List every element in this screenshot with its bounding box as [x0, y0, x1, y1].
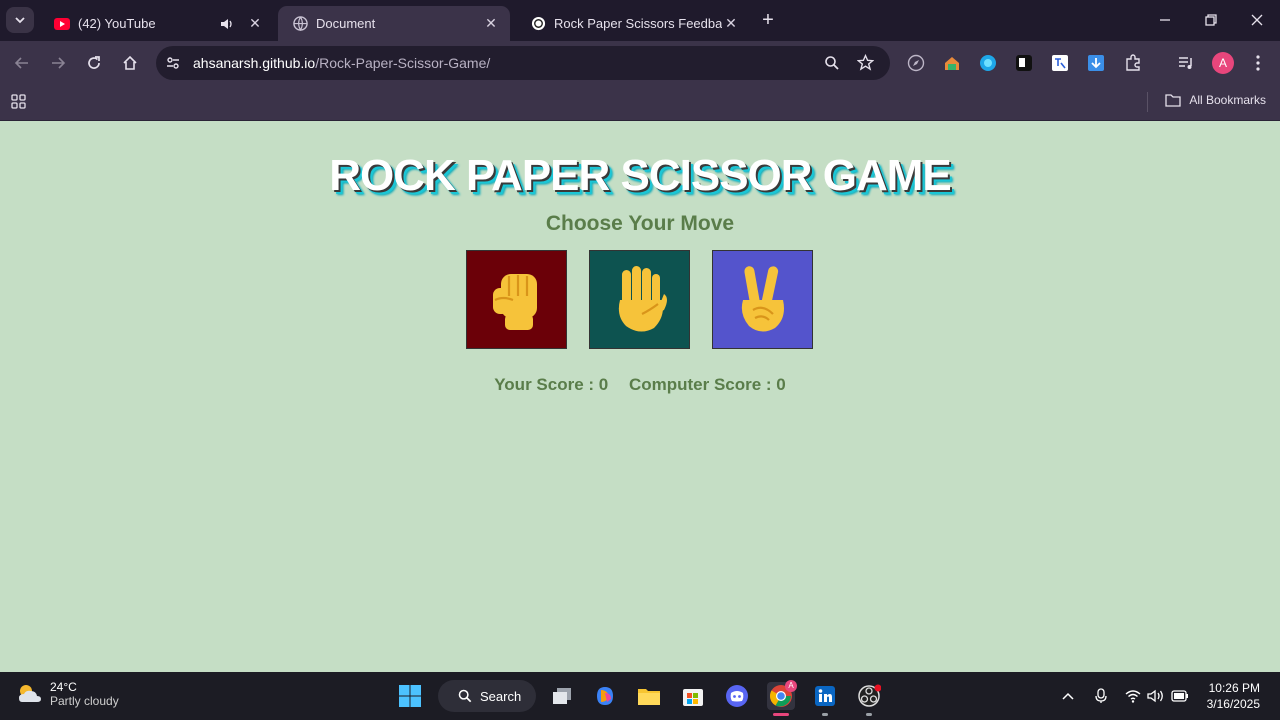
- temperature: 24°C: [50, 680, 77, 694]
- tab-youtube[interactable]: (42) YouTube ✕: [40, 6, 274, 41]
- close-window-button[interactable]: [1242, 8, 1272, 32]
- chevron-down-icon: [15, 17, 25, 24]
- reload-button[interactable]: [81, 50, 107, 76]
- extensions-puzzle-icon[interactable]: [1122, 52, 1144, 74]
- running-app-indicator: [866, 713, 872, 716]
- clock-time: 10:26 PM: [1208, 681, 1260, 695]
- tab-title: Document: [316, 16, 376, 31]
- tab-search-button[interactable]: [6, 7, 34, 33]
- apps-grid-icon[interactable]: [11, 94, 27, 115]
- reload-icon: [88, 56, 100, 69]
- new-tab-button[interactable]: +: [757, 9, 779, 31]
- start-button[interactable]: [396, 682, 424, 710]
- copilot-icon[interactable]: [591, 682, 619, 710]
- tab-rps-feedback[interactable]: Rock Paper Scissors Feedback ✕: [516, 6, 750, 41]
- file-explorer-icon[interactable]: [635, 682, 663, 710]
- wifi-icon[interactable]: [1123, 686, 1143, 706]
- blue-circle-extension-icon[interactable]: [977, 52, 999, 74]
- download-extension-icon[interactable]: [1085, 52, 1107, 74]
- partly-cloudy-icon: [19, 685, 41, 702]
- url-domain: ahsanarsh.github.io: [193, 55, 316, 71]
- close-tab-icon[interactable]: ✕: [722, 15, 740, 33]
- house-extension-icon[interactable]: [941, 52, 963, 74]
- restore-button[interactable]: [1196, 8, 1226, 32]
- page-content: ROCK PAPER SCISSOR GAME Choose Your Move: [0, 121, 1280, 672]
- store-icon[interactable]: [679, 682, 707, 710]
- close-icon: [1251, 14, 1263, 26]
- tab-strip: (42) YouTube ✕ Document ✕ Rock Paper Sci…: [0, 0, 1280, 41]
- clock-date: 3/16/2025: [1206, 697, 1260, 711]
- kebab-menu-icon[interactable]: [1247, 52, 1269, 74]
- weather-widget[interactable]: 24°C Partly cloudy: [16, 680, 119, 708]
- running-app-indicator: [822, 713, 828, 716]
- raised-fist-icon: [492, 273, 537, 330]
- computer-score: Computer Score : 0: [628, 375, 786, 394]
- home-icon: [123, 55, 137, 70]
- restore-icon: [1205, 14, 1217, 26]
- globe-icon: [292, 16, 308, 32]
- search-label: Search: [480, 688, 522, 704]
- divider: [1147, 92, 1148, 112]
- rock-button[interactable]: [466, 250, 567, 349]
- bookmark-star-icon[interactable]: [856, 53, 875, 76]
- site-info-icon[interactable]: [165, 55, 181, 76]
- compass-extension-icon[interactable]: [905, 52, 927, 74]
- speaker-icon[interactable]: [218, 15, 236, 33]
- victory-hand-icon: [741, 265, 784, 332]
- windows-taskbar: 24°C Partly cloudy Search A 10:26 PM 3/1…: [0, 672, 1280, 720]
- choose-move-heading: Choose Your Move: [545, 212, 735, 235]
- chevron-up-icon[interactable]: [1058, 686, 1078, 706]
- profile-avatar[interactable]: A: [1212, 52, 1234, 74]
- browser-toolbar: ahsanarsh.github.io/Rock-Paper-Scissor-G…: [0, 41, 1280, 85]
- choices-row: [466, 250, 814, 349]
- address-bar[interactable]: ahsanarsh.github.io/Rock-Paper-Scissor-G…: [156, 46, 890, 80]
- raised-hand-icon: [618, 265, 667, 332]
- active-app-indicator: [773, 713, 789, 716]
- discord-icon[interactable]: [723, 682, 751, 710]
- taskbar-search[interactable]: Search: [438, 680, 536, 712]
- all-bookmarks-button[interactable]: All Bookmarks: [1165, 93, 1266, 107]
- arrow-left-icon: [14, 57, 28, 69]
- battery-icon[interactable]: [1170, 686, 1190, 706]
- all-bookmarks-label: All Bookmarks: [1189, 93, 1266, 107]
- forward-button[interactable]: [45, 50, 71, 76]
- obs-studio-icon[interactable]: [855, 682, 883, 710]
- paper-button[interactable]: [589, 250, 690, 349]
- dark-extension-icon[interactable]: [1013, 52, 1035, 74]
- back-button[interactable]: [9, 50, 35, 76]
- score-board: Your Score : 0 Computer Score : 0: [0, 375, 1280, 395]
- home-button[interactable]: [117, 50, 143, 76]
- task-view-icon[interactable]: [548, 682, 576, 710]
- tab-title: (42) YouTube: [78, 16, 156, 31]
- openai-icon: [530, 16, 546, 32]
- chrome-profile-badge: A: [785, 680, 797, 692]
- game-title: ROCK PAPER SCISSOR GAME: [329, 151, 952, 200]
- bookmarks-bar: All Bookmarks: [0, 85, 1280, 121]
- windows-logo-icon: [399, 685, 421, 707]
- system-clock[interactable]: 10:26 PM 3/16/2025: [1207, 680, 1260, 712]
- close-tab-icon[interactable]: ✕: [246, 15, 264, 33]
- linkedin-icon[interactable]: [811, 682, 839, 710]
- minimize-button[interactable]: [1150, 8, 1180, 32]
- media-controls-icon[interactable]: [1175, 52, 1197, 74]
- volume-icon[interactable]: [1146, 686, 1166, 706]
- microphone-icon[interactable]: [1091, 686, 1111, 706]
- tab-document[interactable]: Document ✕: [278, 6, 510, 41]
- folder-icon: [1165, 94, 1181, 107]
- url-text: ahsanarsh.github.io/Rock-Paper-Scissor-G…: [193, 55, 490, 71]
- tab-title: Rock Paper Scissors Feedback: [554, 16, 722, 31]
- translate-extension-icon[interactable]: [1049, 52, 1071, 74]
- scissors-button[interactable]: [712, 250, 813, 349]
- your-score: Your Score : 0: [494, 375, 609, 394]
- url-path: /Rock-Paper-Scissor-Game/: [315, 55, 491, 71]
- arrow-right-icon: [52, 57, 66, 69]
- weather-condition: Partly cloudy: [50, 694, 119, 708]
- zoom-icon[interactable]: [824, 55, 840, 76]
- youtube-icon: [54, 16, 70, 32]
- minimize-icon: [1160, 19, 1170, 21]
- search-icon: [458, 689, 472, 703]
- close-tab-icon[interactable]: ✕: [482, 15, 500, 33]
